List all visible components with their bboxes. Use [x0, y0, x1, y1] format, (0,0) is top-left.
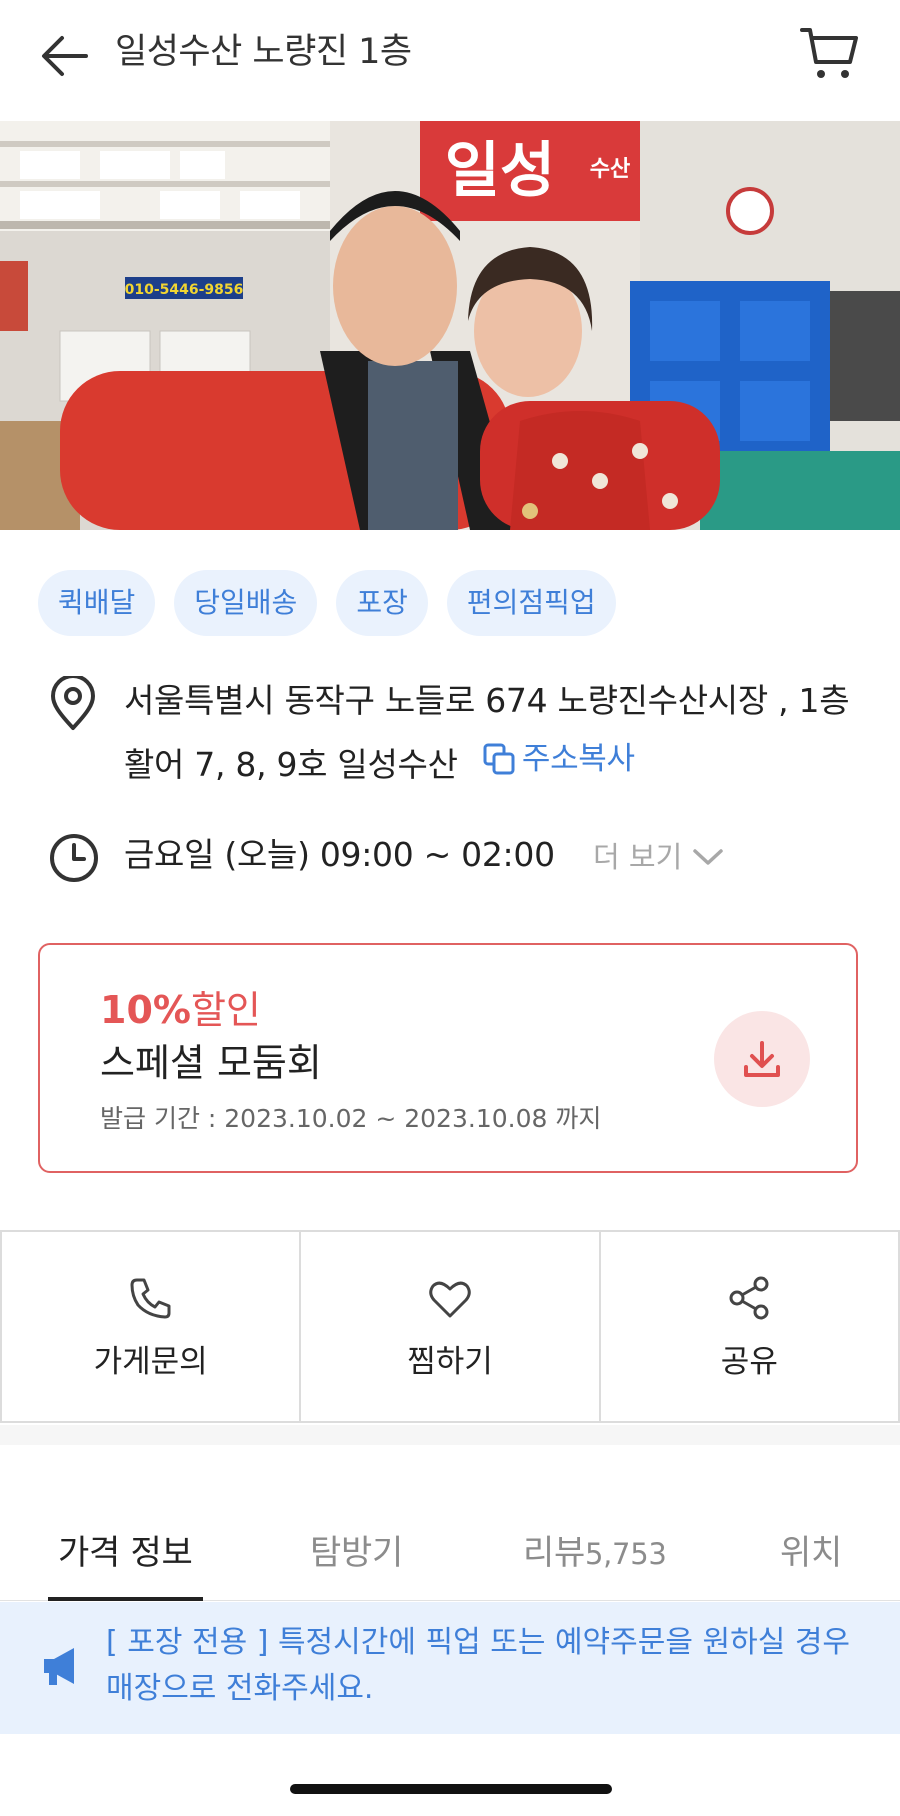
phone-icon — [130, 1278, 171, 1319]
action-bar: 가게문의 찜하기 공유 — [0, 1230, 900, 1423]
back-button[interactable] — [38, 28, 94, 84]
tag-same-day-delivery[interactable]: 당일배송 — [174, 570, 318, 636]
tab-price-info[interactable]: 가격 정보 — [58, 1505, 193, 1601]
tab-location[interactable]: 위치 — [780, 1505, 842, 1601]
opening-hours: 금요일 (오늘) 09:00 ~ 02:00 — [124, 835, 555, 874]
tab-reviews-count: 5,753 — [584, 1537, 667, 1571]
copy-address-label: 주소복사 — [521, 741, 635, 777]
arrow-left-icon — [42, 36, 88, 76]
clock-icon — [50, 834, 98, 882]
store-inquiry-label: 가게문의 — [93, 1344, 208, 1380]
page-title: 일성수산 노량진 1층 — [115, 32, 412, 72]
coupon-name: 스페셜 모둠회 — [100, 1041, 322, 1085]
share-icon — [729, 1276, 769, 1320]
hours-row: 금요일 (오늘) 09:00 ~ 02:00 더 보기 — [48, 826, 878, 886]
store-inquiry-button[interactable]: 가게문의 — [0, 1232, 302, 1421]
wishlist-button[interactable]: 찜하기 — [301, 1232, 601, 1421]
heart-icon — [429, 1281, 471, 1318]
tag-quick-delivery[interactable]: 퀵배달 — [38, 570, 156, 636]
cart-button[interactable] — [798, 22, 860, 84]
store-sign-small-text: 수산 — [590, 157, 630, 182]
notice-banner: [ 포장 전용 ] 특정시간에 픽업 또는 예약주문을 원하실 경우 매장으로 … — [0, 1602, 900, 1734]
coupon-period: 발급 기간 : 2023.10.02 ~ 2023.10.08 까지 — [100, 1104, 602, 1133]
wishlist-label: 찜하기 — [407, 1344, 493, 1380]
content-tabs: 가격 정보 탐방기 리뷰5,753 위치 — [0, 1505, 900, 1601]
location-pin-icon — [51, 676, 95, 730]
chevron-down-icon — [693, 849, 724, 865]
delivery-tags: 퀵배달 당일배송 포장 편의점픽업 — [38, 570, 616, 636]
megaphone-icon — [44, 1648, 74, 1685]
share-button[interactable]: 공유 — [601, 1232, 900, 1421]
copy-address-button[interactable]: 주소복사 — [482, 730, 635, 788]
phone-sign-text: 010-5446-9856 — [125, 282, 244, 298]
cart-icon — [800, 28, 858, 78]
address-text: 서울특별시 동작구 노들로 674 노량진수산시장 , 1층 활어 7, 8, … — [124, 672, 884, 794]
more-hours-label: 더 보기 — [593, 840, 683, 874]
tab-visit-review[interactable]: 탐방기 — [310, 1505, 403, 1601]
tab-reviews-label: 리뷰 — [523, 1533, 585, 1573]
coupon-discount-word: 할인 — [190, 988, 261, 1032]
coupon-card[interactable]: 10%할인 스페셜 모둠회 발급 기간 : 2023.10.02 ~ 2023.… — [38, 943, 858, 1173]
coupon-discount: 10%할인 — [100, 985, 261, 1035]
copy-icon — [483, 743, 515, 775]
tab-reviews[interactable]: 리뷰5,753 — [523, 1505, 667, 1601]
tag-takeout[interactable]: 포장 — [336, 570, 428, 636]
store-sign-text: 일성 — [445, 136, 555, 206]
coupon-discount-value: 10% — [100, 988, 191, 1032]
download-icon — [744, 1041, 780, 1077]
home-indicator[interactable] — [290, 1784, 612, 1794]
top-app-bar: 일성수산 노량진 1층 — [0, 0, 900, 120]
notice-text: [ 포장 전용 ] 특정시간에 픽업 또는 예약주문을 원하실 경우 매장으로 … — [106, 1625, 851, 1706]
coupon-download-button[interactable] — [714, 1011, 810, 1107]
section-divider — [0, 1425, 900, 1445]
tag-convenience-pickup[interactable]: 편의점픽업 — [446, 570, 616, 636]
store-photo: 010-5446-9856 일성 수산 — [0, 121, 900, 530]
more-hours-button[interactable]: 더 보기 — [593, 832, 724, 882]
active-tab-indicator — [48, 1597, 203, 1601]
share-label: 공유 — [720, 1344, 778, 1380]
